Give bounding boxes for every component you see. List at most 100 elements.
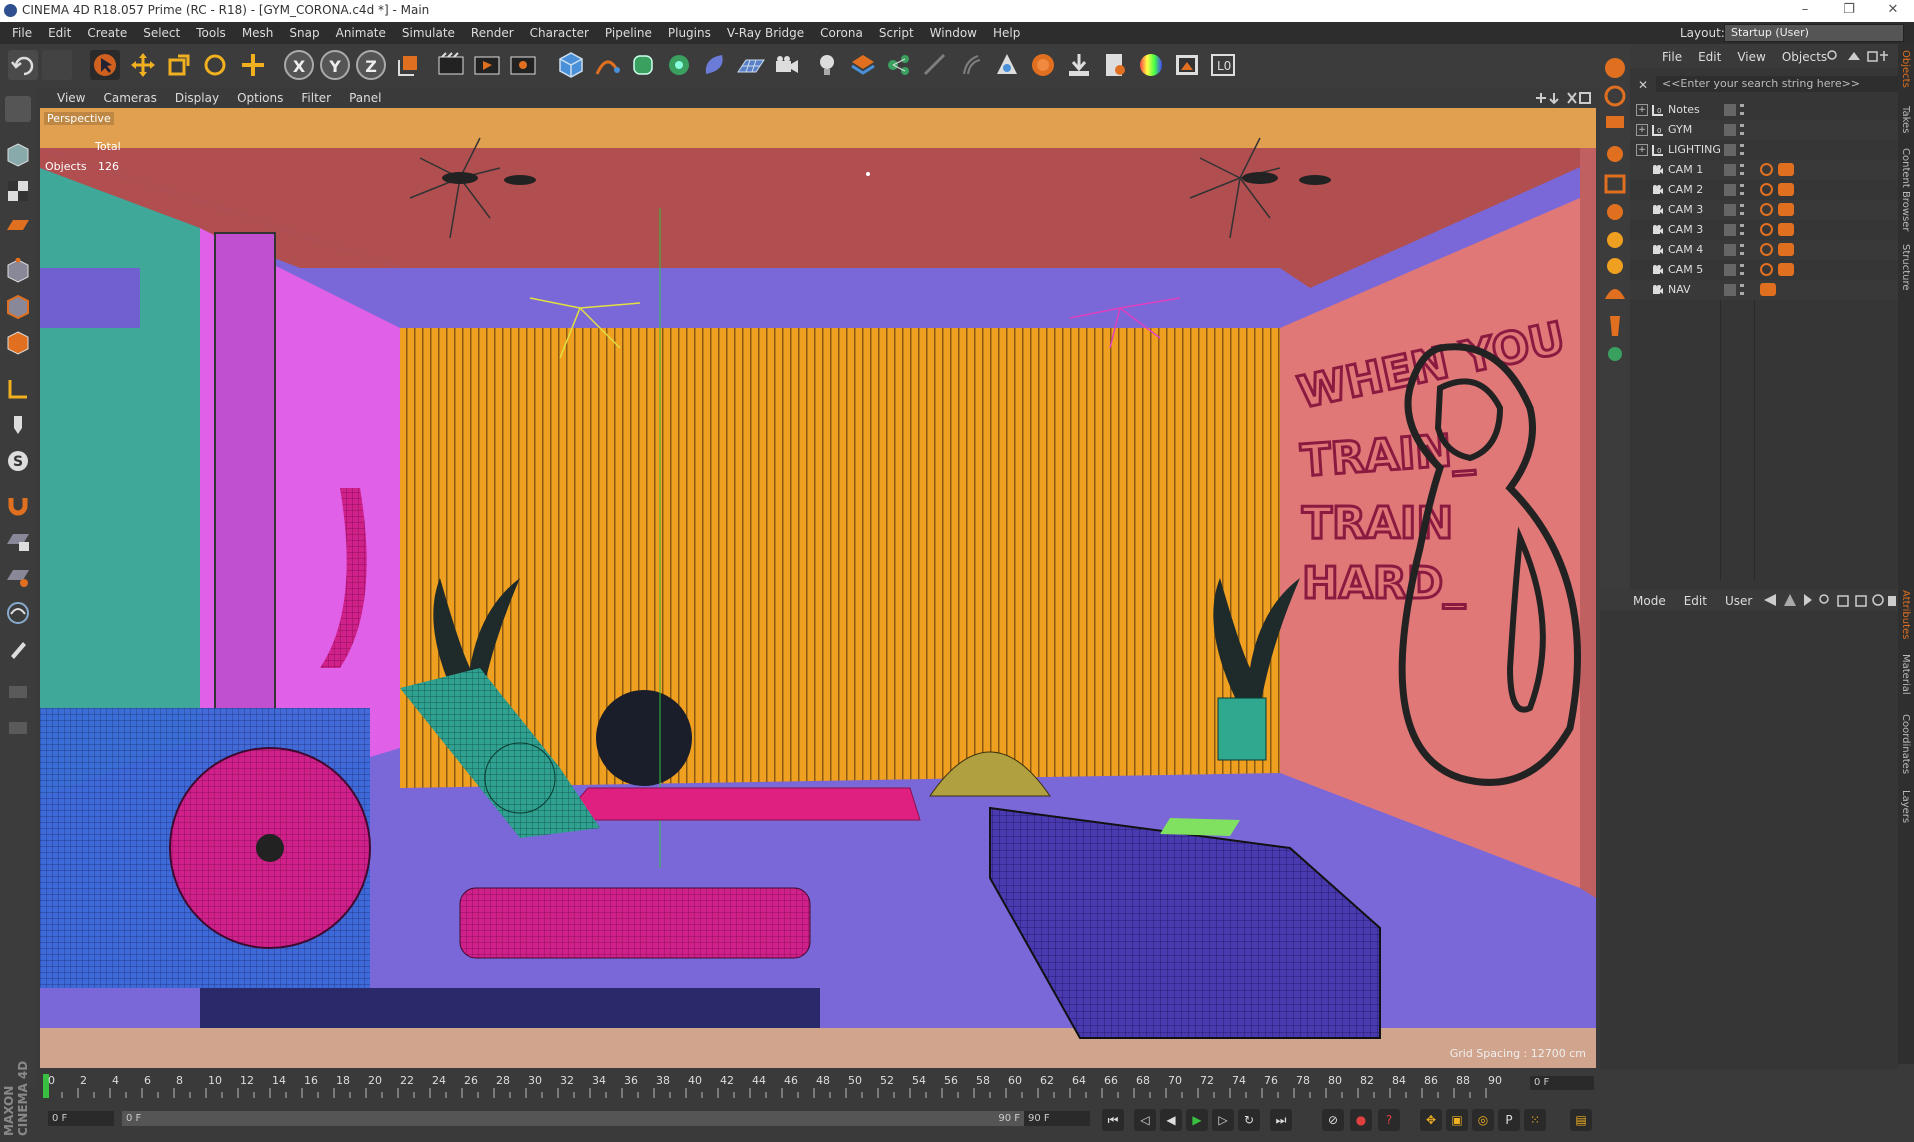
corona-cloud-icon[interactable] [1605,289,1625,299]
tweak-mode-icon[interactable] [5,412,31,438]
point-level-key-icon[interactable]: ⁙ [1524,1109,1546,1131]
corona-camera-tag-icon[interactable] [1778,183,1794,196]
paint-icon[interactable] [5,636,31,662]
timeline-window-icon[interactable]: ▤ [1570,1109,1592,1131]
viewport-menu-options[interactable]: Options [228,91,292,105]
expand-icon[interactable]: + [1636,124,1648,136]
start-frame-field[interactable]: 0 F [48,1111,114,1126]
object-name[interactable]: CAM 1 [1668,163,1703,176]
tab-takes[interactable]: Takes [1900,106,1911,133]
corona-camera-tag-icon[interactable] [1778,243,1794,256]
editor-render-dots-icon[interactable] [1740,104,1744,116]
object-name[interactable]: NAV [1668,283,1691,296]
polygons-mode-icon[interactable] [5,330,31,356]
layer-visibility-icon[interactable] [1724,264,1736,276]
tab-coordinates[interactable]: Coordinates [1900,714,1911,774]
viewport-menu-panel[interactable]: Panel [340,91,390,105]
menu-pipeline[interactable]: Pipeline [597,26,660,40]
menu-help[interactable]: Help [985,26,1028,40]
current-frame-field[interactable]: 0 F [1530,1076,1594,1090]
corona-material-icon[interactable] [1606,116,1624,128]
menu-file[interactable]: File [4,26,40,40]
menu-window[interactable]: Window [922,26,985,40]
floor-icon[interactable] [736,50,766,80]
color-picker-icon[interactable] [1136,50,1166,80]
previous-key-icon[interactable]: ◁ [1134,1109,1156,1131]
object-row[interactable]: NAV [1630,280,1898,300]
planar-workplane-icon[interactable] [5,564,31,590]
pen-spline-icon[interactable] [592,50,622,80]
layer-visibility-icon[interactable] [1724,284,1736,296]
tab-material[interactable]: Material [1900,654,1911,695]
object-row[interactable]: CAM 3 [1630,220,1898,240]
protection-tag-icon[interactable] [1760,203,1773,216]
viewport-menu-view[interactable]: View [48,91,94,105]
mograph-icon[interactable] [992,50,1022,80]
minimize-button[interactable]: – [1790,2,1820,17]
previous-frame-icon[interactable]: ◀ [1160,1109,1182,1131]
rotate-icon[interactable] [200,50,230,80]
subdivision-surface-icon[interactable] [628,50,658,80]
menu-edit[interactable]: Edit [40,26,79,40]
render-picture-viewer-icon[interactable] [472,50,502,80]
close-button[interactable]: ✕ [1878,2,1908,17]
corona-camera-tag-icon[interactable] [1778,223,1794,236]
corona-camera-tag-icon[interactable] [1778,263,1794,276]
corona-camera-icon[interactable] [1604,174,1626,194]
object-row[interactable]: CAM 4 [1630,240,1898,260]
layer-visibility-icon[interactable] [1724,204,1736,216]
menu-animate[interactable]: Animate [328,26,394,40]
timeline-ruler[interactable]: 0 2 4 6 8 10 12 14 16 18 20 22 24 26 28 30 32 34 36 38 40 42 4… [40,1068,1596,1104]
tab-layers[interactable]: Layers [1900,790,1911,823]
corona-sky-icon[interactable] [1607,258,1623,274]
editor-render-dots-icon[interactable] [1740,164,1744,176]
layer-visibility-icon[interactable] [1724,244,1736,256]
rotation-key-icon[interactable]: ◎ [1472,1109,1494,1131]
lock-workplane-icon[interactable] [5,528,31,554]
perspective-viewport[interactable]: WHEN YOU TRAIN_ TRAIN HARD_ Perspective … [40,108,1596,1068]
redo-icon[interactable] [42,50,72,80]
snap-icon[interactable]: S [5,448,31,474]
object-row[interactable]: CAM 3 [1630,200,1898,220]
corona-render-icon[interactable] [1028,50,1058,80]
cloner-icon[interactable] [664,50,694,80]
object-menu-file[interactable]: File [1654,50,1690,64]
corona-interactive-icon[interactable] [1604,85,1626,107]
live-selection-icon[interactable] [90,50,120,80]
protection-tag-icon[interactable] [1760,183,1773,196]
corona-vfb-icon[interactable] [1608,347,1622,361]
viewport-menu-cameras[interactable]: Cameras [94,91,165,105]
object-row[interactable]: +0 GYM [1630,120,1898,140]
menu-render[interactable]: Render [463,26,522,40]
layer-visibility-icon[interactable] [1724,184,1736,196]
lod-icon[interactable]: L0 [1208,50,1238,80]
move-icon[interactable] [128,50,158,80]
make-editable-icon[interactable] [5,96,31,122]
axis-mode-icon[interactable] [5,376,31,402]
layer-visibility-icon[interactable] [1724,144,1736,156]
menu-script[interactable]: Script [871,26,922,40]
go-to-start-icon[interactable]: ⏮ [1102,1109,1124,1131]
menu-select[interactable]: Select [135,26,188,40]
corona-icon[interactable] [1605,58,1625,78]
editor-render-dots-icon[interactable] [1740,244,1744,256]
object-name[interactable]: CAM 5 [1668,263,1703,276]
go-to-end-icon[interactable]: ⏭ [1270,1109,1292,1131]
solo-hierarchy-icon[interactable] [5,714,31,740]
y-axis-button[interactable]: Y [320,50,350,80]
menu-simulate[interactable]: Simulate [394,26,463,40]
protection-tag-icon[interactable] [1760,243,1773,256]
editor-render-dots-icon[interactable] [1740,144,1744,156]
object-menu-edit[interactable]: Edit [1690,50,1729,64]
x-axis-button[interactable]: X [284,50,314,80]
z-axis-button[interactable]: Z [356,50,386,80]
render-view-icon[interactable] [436,50,466,80]
expand-icon[interactable]: + [1636,104,1648,116]
editor-render-dots-icon[interactable] [1740,284,1744,296]
script-manager-icon[interactable] [1100,50,1130,80]
menu-corona[interactable]: Corona [812,26,871,40]
editor-render-dots-icon[interactable] [1740,224,1744,236]
editor-render-dots-icon[interactable] [1740,124,1744,136]
corona-light-icon[interactable] [1607,146,1623,162]
object-name[interactable]: GYM [1668,123,1692,136]
